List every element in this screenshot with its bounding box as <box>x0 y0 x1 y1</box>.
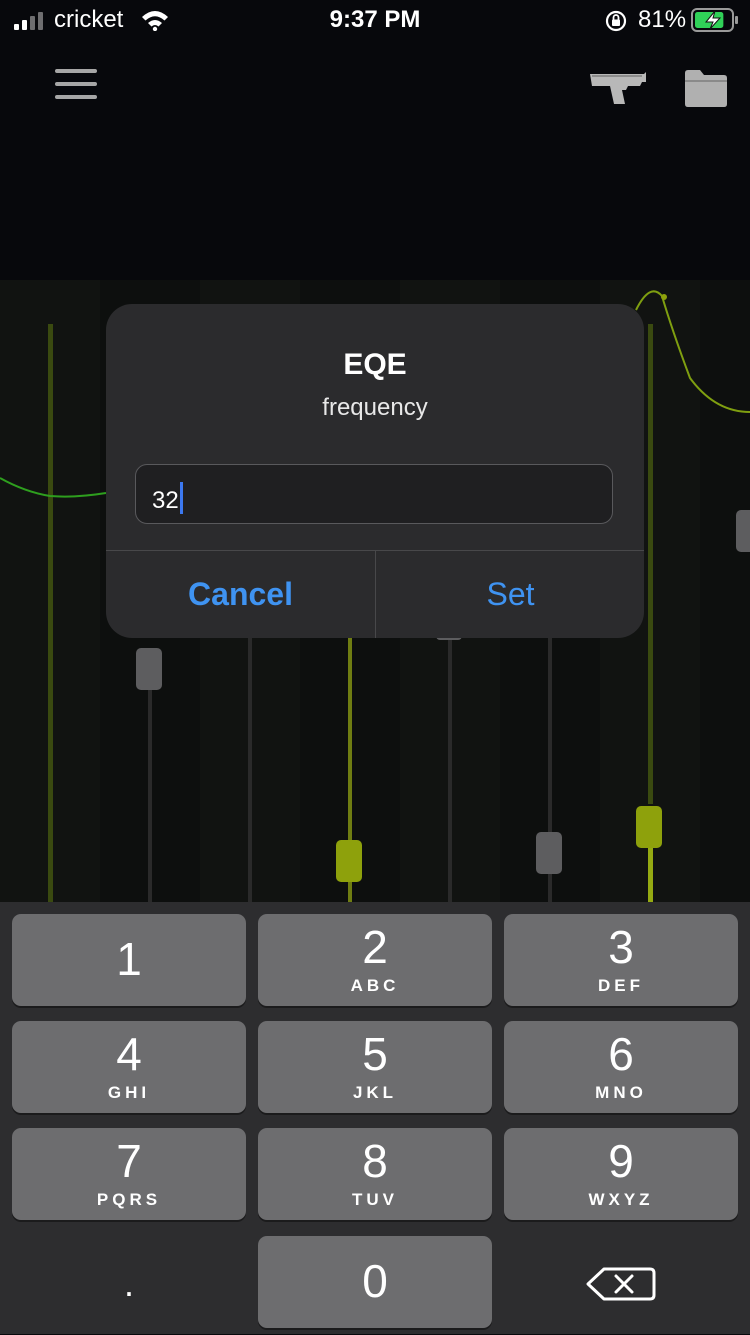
slider-track <box>248 638 252 902</box>
key-9[interactable]: 9 WXYZ <box>504 1128 738 1220</box>
numeric-keypad: 1 2 ABC 3 DEF 4 GHI 5 JKL 6 MNO 7 PQRS 8… <box>0 902 750 1334</box>
eq-curve <box>635 290 750 413</box>
key-4[interactable]: 4 GHI <box>12 1021 246 1113</box>
key-0[interactable]: 0 <box>258 1236 492 1328</box>
rotation-lock-icon <box>605 10 627 32</box>
slider-thumb[interactable] <box>336 840 362 882</box>
slider-thumb[interactable] <box>636 806 662 848</box>
key-3[interactable]: 3 DEF <box>504 914 738 1006</box>
set-button[interactable]: Set <box>376 550 644 638</box>
slider-track <box>148 680 152 902</box>
key-8[interactable]: 8 TUV <box>258 1128 492 1220</box>
dialog-message: frequency <box>322 394 428 421</box>
key-5[interactable]: 5 JKL <box>258 1021 492 1113</box>
backspace-button[interactable] <box>504 1238 738 1330</box>
text-cursor <box>179 482 183 514</box>
key-7[interactable]: 7 PQRS <box>12 1128 246 1220</box>
slider-track <box>648 324 653 804</box>
slider-track <box>48 324 53 902</box>
slider-thumb[interactable] <box>136 648 162 690</box>
key-1[interactable]: 1 <box>12 914 246 1006</box>
pistol-icon[interactable] <box>588 70 648 108</box>
key-decimal-point[interactable]: . <box>12 1238 246 1330</box>
status-bar: cricket 9:37 PM 81% <box>0 0 750 42</box>
frequency-input[interactable]: 32 <box>135 464 613 524</box>
battery-charging-icon <box>691 8 738 32</box>
slider-thumb[interactable] <box>736 510 750 552</box>
eq-point[interactable] <box>661 294 667 300</box>
key-6[interactable]: 6 MNO <box>504 1021 738 1113</box>
frequency-dialog: EQE frequency 32 Cancel Set <box>106 304 644 638</box>
folder-icon[interactable] <box>684 68 728 108</box>
menu-icon[interactable] <box>55 68 97 100</box>
backspace-icon <box>586 1267 656 1301</box>
cancel-button[interactable]: Cancel <box>106 550 375 638</box>
slider-track <box>648 840 653 902</box>
dialog-title: EQE <box>343 348 407 381</box>
frequency-input-value: 32 <box>152 487 179 514</box>
slider-thumb[interactable] <box>536 832 562 874</box>
battery-percent: 81% <box>638 6 687 33</box>
key-2[interactable]: 2 ABC <box>258 914 492 1006</box>
slider-track <box>448 638 452 902</box>
